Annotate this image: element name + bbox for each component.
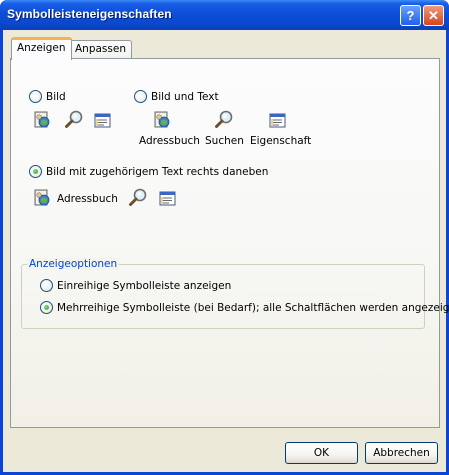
radio-button-bild[interactable] [29, 90, 42, 103]
radio-button-einreihig[interactable] [40, 279, 53, 292]
tab-anzeigen[interactable]: Anzeigen [11, 37, 72, 60]
dialog-window: Symbolleisteneigenschaften ? ✕ Anzeigen … [0, 0, 449, 475]
radio-label-bild: Bild [46, 90, 66, 103]
tab-panel-anzeigen: Bild Bild und Text Adressbuch Suchen Eig… [10, 58, 449, 428]
caption-suchen: Suchen [205, 135, 244, 147]
radio-button-bild-und-text[interactable] [134, 90, 147, 103]
close-button[interactable]: ✕ [423, 5, 444, 26]
properties-icon [269, 113, 286, 128]
radio-bild-und-text[interactable]: Bild und Text [134, 90, 219, 103]
title-bar[interactable]: Symbolleisteneigenschaften ? ✕ [0, 0, 449, 30]
close-icon: ✕ [428, 7, 439, 23]
radio-bild-text-rechts[interactable]: Bild mit zugehörigem Text rechts daneben [29, 165, 268, 178]
cancel-button[interactable]: Abbrechen [365, 442, 438, 464]
radio-label-mehrreihig: Mehrreihige Symbolleiste (bei Bedarf); a… [57, 301, 449, 314]
search-icon [129, 188, 147, 206]
address-book-icon [154, 111, 170, 128]
radio-label-bild-text-rechts: Bild mit zugehörigem Text rechts daneben [46, 165, 269, 178]
address-book-icon [34, 189, 50, 206]
group-title-anzeigeoptionen: Anzeigeoptionen [27, 258, 120, 270]
radio-button-bild-text-rechts[interactable] [29, 165, 42, 178]
radio-einreihig[interactable]: Einreihige Symbolleiste anzeigen [40, 279, 231, 292]
radio-label-einreihig: Einreihige Symbolleiste anzeigen [57, 279, 232, 292]
dialog-client-area: Anzeigen Anpassen Bild Bild und Text Adr… [3, 30, 449, 472]
radio-bild[interactable]: Bild [29, 90, 66, 103]
group-anzeigeoptionen: Anzeigeoptionen Einreihige Symbolleiste … [21, 258, 449, 329]
radio-button-mehrreihig[interactable] [40, 301, 53, 314]
address-book-icon [34, 111, 50, 128]
help-icon: ? [406, 8, 415, 23]
caption-adressbuch-right: Adressbuch [57, 193, 118, 205]
properties-icon [94, 113, 111, 128]
caption-adressbuch: Adressbuch [139, 135, 200, 147]
properties-icon [159, 191, 176, 206]
radio-label-bild-und-text: Bild und Text [151, 90, 219, 103]
help-button[interactable]: ? [400, 5, 421, 26]
window-title: Symbolleisteneigenschaften [7, 7, 172, 21]
radio-mehrreihig[interactable]: Mehrreihige Symbolleiste (bei Bedarf); a… [40, 301, 449, 314]
caption-eigenschaft: Eigenschaft [250, 135, 312, 147]
search-icon [215, 110, 233, 128]
search-icon [65, 110, 83, 128]
tab-anpassen[interactable]: Anpassen [69, 40, 132, 59]
ok-button[interactable]: OK [285, 442, 358, 464]
